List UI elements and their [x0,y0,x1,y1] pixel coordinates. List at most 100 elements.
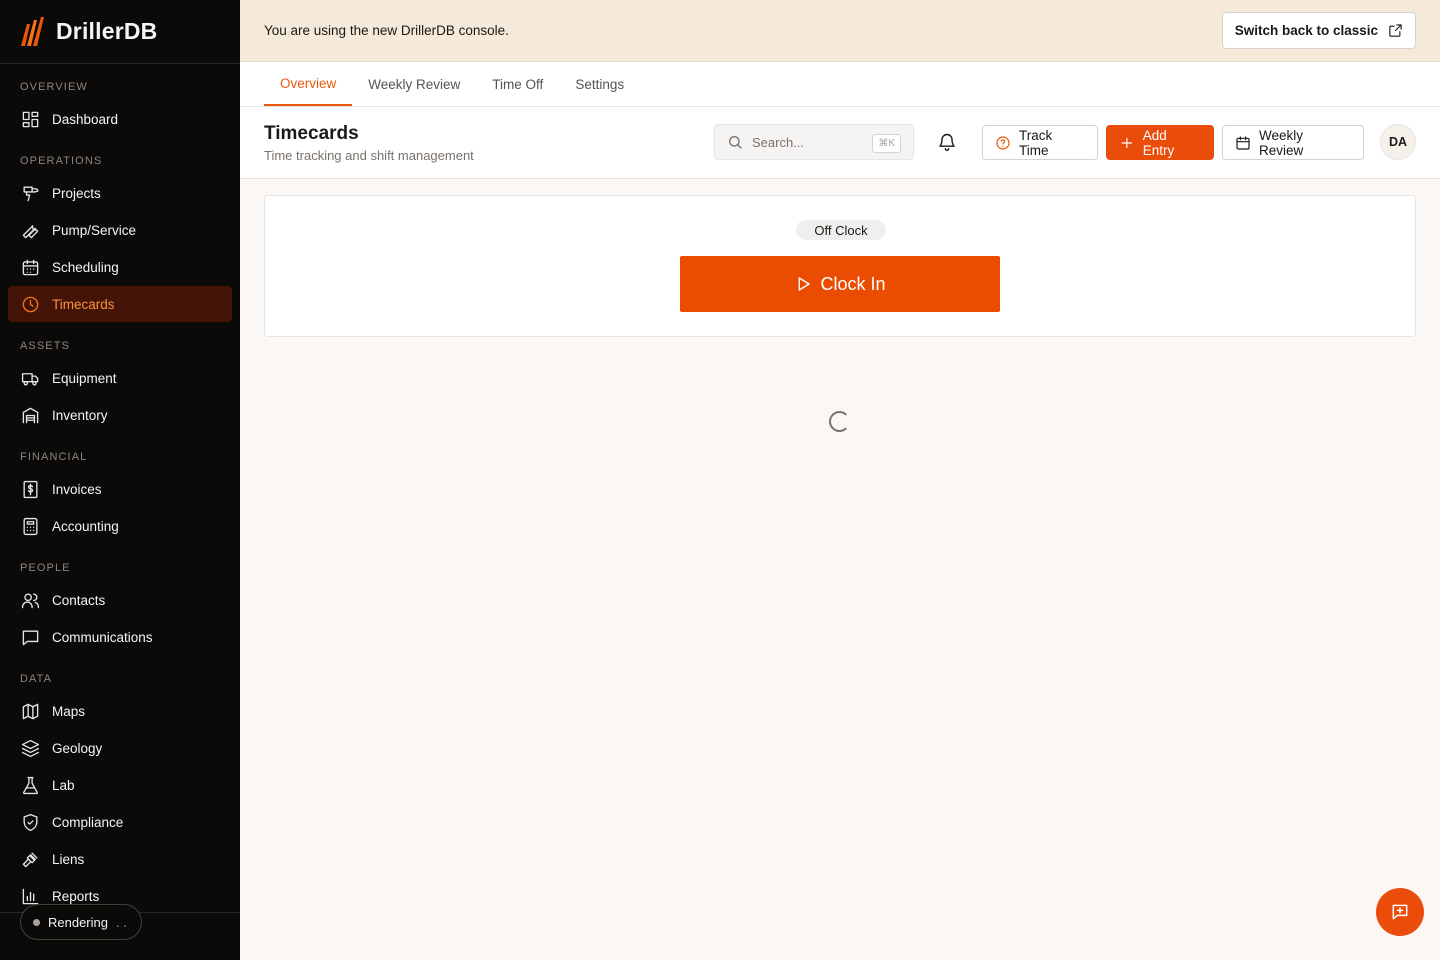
sidebar-item-equipment[interactable]: Equipment [8,360,232,396]
clock-card: Off Clock Clock In [264,195,1416,337]
sidebar-item-label: Pump/Service [52,222,137,238]
sidebar-item-label: Scheduling [52,259,119,275]
page-title: Timecards [264,123,359,144]
search-input[interactable]: Search... ⌘K [714,124,914,160]
sidebar-item-timecards[interactable]: Timecards [8,286,232,322]
weekly-review-label: Weekly Review [1259,127,1304,158]
layout-grid-icon [20,109,40,129]
add-entry-label: Add Entry [1142,127,1175,158]
map-icon [20,701,40,721]
brand[interactable]: DrillerDB [0,0,240,64]
console-banner: You are using the new DrillerDB console.… [240,0,1440,62]
weekly-review-button[interactable]: Weekly Review [1222,125,1364,160]
sidebar-item-label: Lab [52,777,75,793]
sidebar-item-inventory[interactable]: Inventory [8,397,232,433]
nav-section-financial: FINANCIAL [20,451,88,463]
sidebar-item-label: Geology [52,740,103,756]
bell-icon [939,133,955,151]
switch-to-classic-label: Switch back to classic [1234,23,1378,38]
clock-in-label: Clock In [820,273,886,294]
warehouse-icon [20,405,40,425]
sidebar-item-label: Accounting [52,518,119,534]
search-icon [729,136,742,149]
sidebar-item-label: Liens [52,851,85,867]
sidebar-item-lab[interactable]: Lab [8,767,232,803]
sidebar-item-label: Dashboard [52,111,119,127]
tab-overview[interactable]: Overview [264,62,353,106]
bar-chart-icon [20,886,40,906]
sidebar-item-label: Projects [52,185,101,201]
sidebar-item-pump-service[interactable]: Pump/Service [8,212,232,248]
status-dot-icon [33,918,40,926]
sidebar-item-label: Equipment [52,370,117,386]
clock-in-button[interactable]: Clock In [680,256,1000,312]
external-link-icon [1389,24,1402,37]
flask-icon [20,775,40,795]
nav-section-data: DATA [20,673,53,685]
calculator-icon [20,516,40,536]
tab-settings[interactable]: Settings [559,62,640,106]
sidebar-item-label: Compliance [52,814,124,830]
drill-icon [20,183,40,203]
calendar-icon [20,257,40,277]
page-subtitle: Time tracking and shift management [264,148,474,163]
sidebar-item-label: Communications [52,629,153,645]
search-placeholder: Search... [752,134,805,150]
loading-spinner-icon [829,411,850,432]
tab-time-off[interactable]: Time Off [476,62,559,106]
help-circle-icon [996,135,1010,150]
search-shortcut-badge: ⌘K [872,134,901,153]
page-header: Timecards Time tracking and shift manage… [240,107,1440,179]
add-entry-button[interactable]: Add Entry [1106,125,1214,160]
nav-section-operations: OPERATIONS [20,155,103,167]
nav-section-people: PEOPLE [20,562,71,574]
message-plus-icon [1392,904,1408,920]
render-status-pill[interactable]: Rendering . . [20,904,142,940]
sidebar-item-geology[interactable]: Geology [8,730,232,766]
switch-to-classic-button[interactable]: Switch back to classic [1221,12,1416,49]
tab-weekly-review[interactable]: Weekly Review [352,62,476,106]
gavel-icon [20,849,40,869]
sidebar-item-maps[interactable]: Maps [8,693,232,729]
sidebar-item-compliance[interactable]: Compliance [8,804,232,840]
banner-text: You are using the new DrillerDB console. [264,23,509,38]
sidebar-item-label: Timecards [52,296,115,312]
notifications-button[interactable] [934,129,960,155]
calendar-icon [1236,135,1250,150]
sidebar-item-label: Reports [52,888,100,904]
nav-section-assets: ASSETS [20,340,71,352]
play-icon [799,277,811,291]
sidebar-item-communications[interactable]: Communications [8,619,232,655]
wrench-icon [20,220,40,240]
render-status-dots: . . [116,914,127,930]
clock-icon [20,294,40,314]
sidebar-item-scheduling[interactable]: Scheduling [8,249,232,285]
sidebar-item-label: Maps [52,703,86,719]
message-square-icon [20,627,40,647]
plus-icon [1121,137,1133,148]
sidebar: DrillerDB OVERVIEW Dashboard OPERATIONS … [0,0,240,960]
feedback-fab-button[interactable] [1376,888,1424,936]
sidebar-item-projects[interactable]: Projects [8,175,232,211]
sidebar-item-invoices[interactable]: Invoices [8,471,232,507]
truck-icon [20,368,40,388]
layers-icon [20,738,40,758]
sidebar-item-label: Invoices [52,481,102,497]
users-icon [20,590,40,610]
page-tabs: Overview Weekly Review Time Off Settings [240,62,1440,107]
drillerdb-logo-icon [21,16,44,46]
track-time-button[interactable]: Track Time [982,125,1098,160]
app-name: DrillerDB [56,18,158,44]
track-time-label: Track Time [1018,127,1053,158]
sidebar-item-contacts[interactable]: Contacts [8,582,232,618]
sidebar-item-accounting[interactable]: Accounting [8,508,232,544]
user-avatar[interactable]: DA [1380,124,1416,160]
shield-check-icon [20,812,40,832]
sidebar-item-liens[interactable]: Liens [8,841,232,877]
sidebar-item-label: Contacts [52,592,106,608]
dollar-receipt-icon [20,479,40,499]
sidebar-item-dashboard[interactable]: Dashboard [8,101,232,137]
nav-section-overview: OVERVIEW [20,81,88,93]
render-status-label: Rendering [48,914,108,930]
clock-status-badge: Off Clock [796,220,886,240]
